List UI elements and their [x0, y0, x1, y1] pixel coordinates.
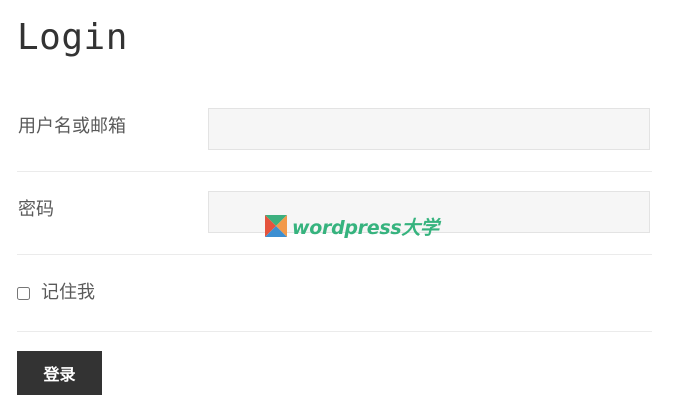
- page-title: Login: [17, 17, 128, 58]
- username-field[interactable]: [208, 108, 650, 150]
- divider: [17, 171, 652, 172]
- wordpress-daxue-logo-icon: [265, 215, 287, 237]
- watermark: wordpress大学: [265, 214, 439, 239]
- remember-me-row[interactable]: 记住我: [17, 281, 95, 305]
- remember-me-checkbox[interactable]: [17, 286, 30, 300]
- divider: [17, 331, 652, 332]
- login-button[interactable]: 登录: [17, 351, 102, 395]
- divider: [17, 254, 652, 255]
- remember-me-label[interactable]: 记住我: [41, 281, 95, 305]
- username-label: 用户名或邮箱: [18, 116, 126, 137]
- watermark-text: wordpress大学: [292, 216, 439, 239]
- password-label: 密码: [18, 199, 54, 220]
